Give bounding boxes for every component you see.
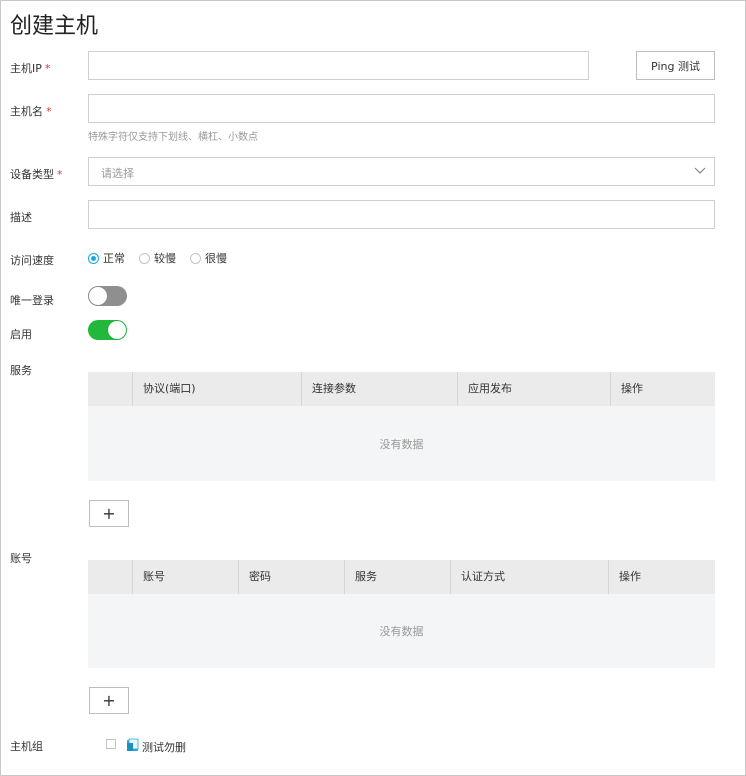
- column-header: 连接参数: [301, 372, 457, 406]
- required-mark: *: [57, 168, 63, 181]
- host-ip-input[interactable]: [88, 51, 589, 80]
- column-header: 协议(端口): [132, 372, 302, 406]
- unique-login-label: 唯一登录: [10, 294, 54, 307]
- page-title: 创建主机: [10, 14, 99, 39]
- radio-button[interactable]: [190, 252, 201, 264]
- services-table: 协议(端口) 连接参数 应用发布 操作 没有数据: [88, 372, 715, 481]
- access-speed-option-normal[interactable]: 正常: [88, 250, 125, 266]
- toggle-knob: [108, 321, 126, 339]
- host-name-label: 主机名 *: [10, 105, 52, 118]
- access-speed-radio-group: 正常 较慢 很慢: [88, 250, 241, 266]
- device-type-placeholder: 请选择: [101, 167, 134, 180]
- enabled-toggle[interactable]: [88, 320, 127, 340]
- host-name-input[interactable]: [88, 94, 715, 123]
- add-account-button[interactable]: +: [89, 687, 129, 714]
- toggle-knob: [89, 287, 107, 305]
- host-group-checkbox[interactable]: [106, 739, 116, 749]
- column-header: 账号: [132, 560, 239, 594]
- accounts-table-header: 账号 密码 服务 认证方式 操作: [88, 560, 715, 594]
- access-speed-label: 访问速度: [10, 254, 54, 267]
- radio-button[interactable]: [139, 252, 150, 264]
- services-table-header: 协议(端口) 连接参数 应用发布 操作: [88, 372, 715, 406]
- host-ip-label: 主机IP *: [10, 62, 51, 75]
- column-header: 操作: [608, 560, 715, 594]
- description-label: 描述: [10, 211, 32, 224]
- unique-login-toggle[interactable]: [88, 286, 127, 306]
- radio-button[interactable]: [88, 252, 99, 264]
- folder-icon: [127, 738, 139, 751]
- device-type-label: 设备类型 *: [10, 168, 63, 181]
- required-mark: *: [46, 105, 52, 118]
- ping-test-button[interactable]: Ping 测试: [636, 51, 715, 80]
- access-speed-option-very-slow[interactable]: 很慢: [190, 250, 227, 266]
- description-input[interactable]: [88, 200, 715, 229]
- column-header: 服务: [344, 560, 451, 594]
- enabled-label: 启用: [10, 328, 32, 341]
- host-group-label: 主机组: [10, 740, 43, 753]
- column-header: 操作: [610, 372, 715, 406]
- services-empty-state: 没有数据: [88, 406, 715, 481]
- add-service-button[interactable]: +: [89, 500, 129, 527]
- column-header: 密码: [238, 560, 345, 594]
- column-header: 应用发布: [457, 372, 611, 406]
- services-label: 服务: [10, 364, 32, 377]
- accounts-table: 账号 密码 服务 认证方式 操作 没有数据: [88, 560, 715, 668]
- access-speed-option-slow[interactable]: 较慢: [139, 250, 176, 266]
- accounts-empty-state: 没有数据: [88, 594, 715, 668]
- host-group-item[interactable]: 测试勿删: [142, 739, 186, 755]
- host-name-hint: 特殊字符仅支持下划线、横杠、小数点: [88, 132, 258, 143]
- column-header: 认证方式: [450, 560, 609, 594]
- required-mark: *: [44, 62, 51, 75]
- accounts-label: 账号: [10, 552, 32, 565]
- device-type-select[interactable]: 请选择: [88, 157, 715, 186]
- chevron-down-icon: [694, 167, 706, 174]
